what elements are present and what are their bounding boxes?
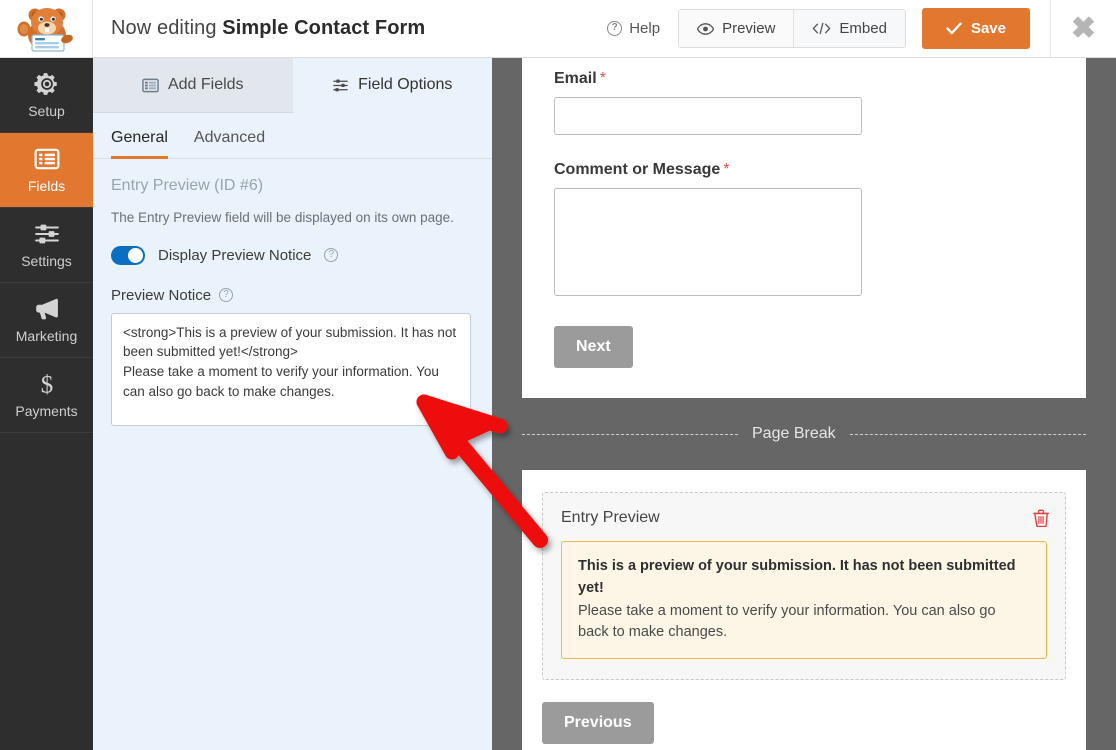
toggle-label: Display Preview Notice bbox=[158, 247, 311, 264]
question-mark-icon: ? bbox=[607, 21, 622, 36]
add-fields-icon bbox=[142, 77, 159, 94]
panel-content: Entry Preview (ID #6) The Entry Preview … bbox=[93, 159, 492, 431]
tab-label: Field Options bbox=[358, 76, 452, 94]
tab-label: Add Fields bbox=[168, 76, 244, 94]
embed-label: Embed bbox=[839, 20, 887, 37]
help-label: Help bbox=[629, 20, 660, 37]
preview-label: Preview bbox=[722, 20, 775, 37]
sidebar-item-label: Marketing bbox=[16, 328, 77, 344]
fields-list-icon bbox=[34, 146, 60, 172]
field-options-icon bbox=[332, 77, 349, 94]
form-page-two: Entry Preview This is a preview of your … bbox=[522, 470, 1086, 750]
entry-preview-field-card[interactable]: Entry Preview This is a preview of your … bbox=[542, 492, 1066, 680]
page-break-label: Page Break bbox=[752, 425, 836, 443]
field-type-name: Entry Preview bbox=[111, 177, 210, 194]
field-options-title: Entry Preview (ID #6) bbox=[111, 177, 474, 195]
previous-button-wrap: Previous bbox=[542, 680, 1066, 750]
sidebar-item-label: Settings bbox=[21, 253, 72, 269]
trash-icon[interactable] bbox=[1033, 509, 1049, 527]
sliders-icon bbox=[34, 221, 60, 247]
sidebar-item-settings[interactable]: Settings bbox=[0, 208, 93, 283]
wpforms-mascot-icon bbox=[14, 5, 78, 53]
embed-button[interactable]: Embed bbox=[793, 10, 905, 47]
notice-body-text: Please take a moment to verify your info… bbox=[578, 603, 996, 641]
save-button[interactable]: Save bbox=[922, 8, 1030, 49]
close-builder-button[interactable]: ✖ bbox=[1050, 0, 1116, 57]
check-icon bbox=[946, 22, 962, 35]
form-page-one: Email* Comment or Message* Next bbox=[522, 58, 1086, 398]
page-break-line-left bbox=[522, 434, 738, 435]
entry-preview-notice: This is a preview of your submission. It… bbox=[561, 541, 1047, 659]
email-input[interactable] bbox=[554, 97, 862, 135]
help-icon[interactable]: ? bbox=[219, 288, 233, 302]
entry-preview-card-title: Entry Preview bbox=[561, 509, 1047, 527]
code-brackets-icon bbox=[812, 22, 831, 35]
preview-button[interactable]: Preview bbox=[679, 10, 793, 47]
subtab-advanced[interactable]: Advanced bbox=[194, 123, 265, 159]
form-preview-stage: Email* Comment or Message* Next Page Bre… bbox=[492, 58, 1116, 750]
toolbar-actions: ? Help Preview Embed bbox=[601, 0, 1116, 57]
required-marker: * bbox=[723, 161, 729, 178]
help-button[interactable]: ? Help bbox=[601, 20, 678, 37]
sidebar-item-setup[interactable]: Setup bbox=[0, 58, 93, 133]
svg-text:$: $ bbox=[40, 372, 52, 397]
dollar-icon: $ bbox=[34, 371, 60, 397]
close-icon: ✖ bbox=[1071, 14, 1096, 44]
app-logo bbox=[0, 0, 93, 57]
wpforms-form-builder: Now editing Simple Contact Form ? Help P… bbox=[0, 0, 1116, 750]
field-description: The Entry Preview field will be displaye… bbox=[111, 209, 474, 228]
megaphone-icon bbox=[34, 296, 60, 322]
panel-subtab-bar: General Advanced bbox=[93, 123, 492, 159]
message-field-label: Comment or Message* bbox=[554, 161, 1054, 179]
gear-icon bbox=[34, 71, 60, 97]
email-label-text: Email bbox=[554, 70, 597, 87]
sidebar-item-fields[interactable]: Fields bbox=[0, 133, 93, 208]
message-textarea[interactable] bbox=[554, 188, 862, 296]
panel-tab-bar: Add Fields Field Options bbox=[93, 58, 492, 113]
sidebar-item-label: Setup bbox=[28, 103, 65, 119]
page-break-divider: Page Break bbox=[492, 398, 1116, 470]
save-label: Save bbox=[971, 20, 1006, 37]
preview-notice-label: Preview Notice bbox=[111, 287, 211, 304]
next-page-button[interactable]: Next bbox=[554, 326, 633, 368]
sidebar-item-marketing[interactable]: Marketing bbox=[0, 283, 93, 358]
sidebar-item-payments[interactable]: $ Payments bbox=[0, 358, 93, 433]
editing-prefix: Now editing bbox=[111, 17, 222, 39]
tab-add-fields[interactable]: Add Fields bbox=[93, 58, 293, 113]
tab-field-options[interactable]: Field Options bbox=[293, 58, 493, 113]
email-field-label: Email* bbox=[554, 70, 1054, 88]
page-break-line-right bbox=[850, 434, 1086, 435]
display-preview-notice-row: Display Preview Notice ? bbox=[111, 246, 474, 265]
display-preview-notice-toggle[interactable] bbox=[111, 246, 145, 265]
subtab-general[interactable]: General bbox=[111, 123, 168, 159]
sidebar-item-label: Fields bbox=[28, 178, 65, 194]
help-icon[interactable]: ? bbox=[324, 248, 338, 262]
message-label-text: Comment or Message bbox=[554, 161, 720, 178]
preview-notice-textarea[interactable] bbox=[111, 313, 471, 426]
required-marker: * bbox=[600, 70, 606, 87]
eye-icon bbox=[697, 23, 714, 35]
field-id: (ID #6) bbox=[214, 177, 263, 194]
sidebar-item-label: Payments bbox=[15, 403, 77, 419]
notice-bold-text: This is a preview of your submission. It… bbox=[578, 556, 1030, 600]
field-options-panel: Add Fields Field Options General Advance… bbox=[93, 58, 492, 750]
builder-sidebar: Setup Fields Settin bbox=[0, 58, 93, 750]
top-toolbar: Now editing Simple Contact Form ? Help P… bbox=[0, 0, 1116, 58]
page-title: Now editing Simple Contact Form bbox=[111, 17, 425, 40]
previous-page-button[interactable]: Previous bbox=[542, 702, 654, 744]
preview-notice-label-row: Preview Notice ? bbox=[111, 287, 474, 304]
preview-embed-group: Preview Embed bbox=[678, 9, 906, 48]
form-name: Simple Contact Form bbox=[222, 17, 425, 39]
